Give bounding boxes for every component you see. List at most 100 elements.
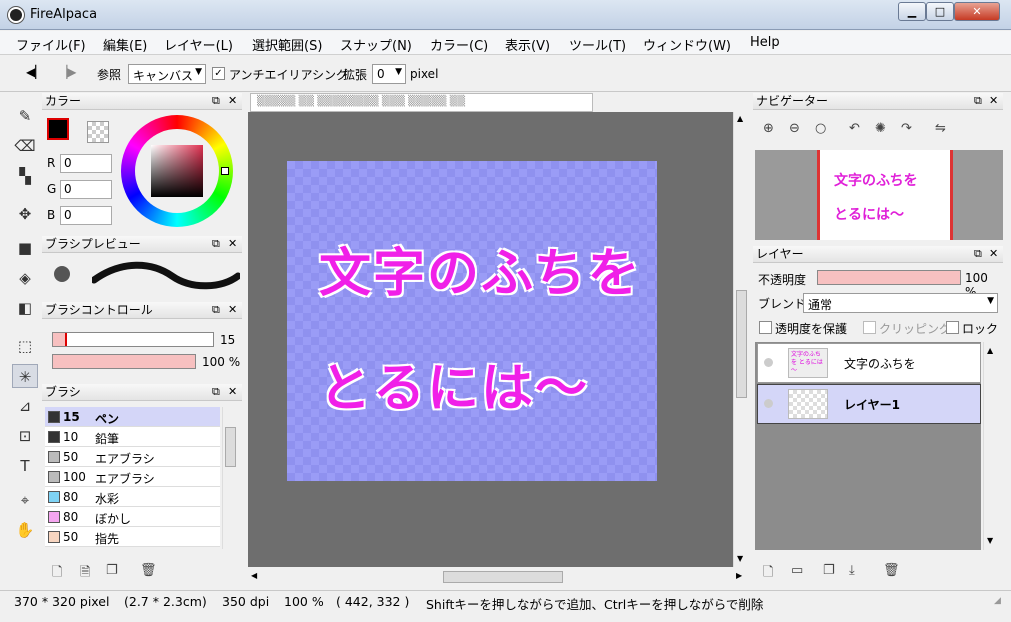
new-folder-icon[interactable]: ▭	[791, 563, 803, 578]
layer-row-layer1[interactable]: レイヤー1	[757, 384, 981, 424]
brush-item[interactable]: 100 エアブラシ	[45, 467, 220, 487]
close-button[interactable]: ✕	[954, 2, 1000, 21]
b-input[interactable]: 0	[60, 206, 112, 225]
blend-select[interactable]: 通常 ▼	[803, 293, 998, 313]
r-input[interactable]: 0	[60, 154, 112, 173]
rotate-reset-icon[interactable]: ✺	[875, 121, 886, 136]
select-eraser-tool-icon[interactable]: ⊡	[12, 424, 38, 448]
flip-horizontal-icon[interactable]: ⇋	[935, 121, 946, 136]
rotate-left-icon[interactable]: ↶	[849, 121, 860, 136]
brush-item[interactable]: 15 ペン	[45, 407, 220, 427]
scroll-left-icon[interactable]: ◀	[251, 571, 257, 580]
g-input[interactable]: 0	[60, 180, 112, 199]
layer-row-text[interactable]: 文字のふちを とるには～ 文字のふちを	[757, 343, 981, 383]
bucket-tool-icon[interactable]: ◈	[12, 266, 38, 290]
visibility-icon[interactable]	[764, 399, 773, 408]
brush-item[interactable]: 50 指先	[45, 527, 220, 547]
scroll-right-icon[interactable]: ▶	[736, 571, 742, 580]
undock-icon[interactable]: ⧉	[212, 302, 220, 318]
rotate-right-icon[interactable]: ↷	[901, 121, 912, 136]
close-icon[interactable]: ✕	[228, 302, 237, 318]
close-icon[interactable]: ✕	[228, 384, 237, 400]
text-tool-icon[interactable]: T	[12, 454, 38, 478]
navigator-preview[interactable]: 文字のふちを とるには～	[755, 150, 1003, 240]
menu-snap[interactable]: スナップ(N)	[340, 35, 412, 54]
pen-tool-icon[interactable]: ✎	[12, 104, 38, 128]
undock-icon[interactable]: ⧉	[212, 236, 220, 252]
hue-marker[interactable]	[221, 167, 229, 175]
menu-color[interactable]: カラー(C)	[430, 35, 488, 54]
brush-item[interactable]: 50 エアブラシ	[45, 447, 220, 467]
zoom-in-icon[interactable]: ⊕	[763, 121, 774, 136]
merge-down-icon[interactable]: ⤓	[849, 563, 855, 578]
close-icon[interactable]: ✕	[989, 246, 998, 262]
menu-selection[interactable]: 選択範囲(S)	[252, 35, 322, 54]
antialias-checkbox[interactable]: ✓	[212, 67, 225, 80]
hand-tool-icon[interactable]: ✋	[12, 518, 38, 542]
menu-help[interactable]: Help	[750, 35, 780, 50]
brush-size-slider[interactable]	[52, 332, 214, 347]
eyedropper-tool-icon[interactable]: ⌖	[12, 488, 38, 512]
canvas-hscroll-thumb[interactable]	[443, 571, 563, 583]
new-layer-icon[interactable]: 🗋	[763, 563, 773, 585]
document-tab[interactable]: ▒▒▒▒▒ ▒▒ ▒▒▒▒▒▒▒▒ ▒▒▒ ▒▒▒▒▒ ▒▒	[250, 93, 593, 112]
resize-grip-icon[interactable]: ◢	[994, 596, 1001, 606]
new-brush-icon[interactable]: 🗋	[52, 563, 62, 585]
menu-file[interactable]: ファイル(F)	[16, 35, 86, 54]
document-canvas[interactable]: 文字のふちを とるには～	[287, 161, 657, 481]
canvas-vertical-scrollbar[interactable]: ▲ ▼	[733, 112, 749, 567]
undock-icon[interactable]: ⧉	[974, 246, 982, 262]
transparent-color-swatch[interactable]	[87, 121, 109, 143]
prev-icon[interactable]: ◀▏	[26, 65, 44, 79]
visibility-icon[interactable]	[764, 358, 773, 367]
scroll-up-icon[interactable]: ▲	[987, 346, 993, 355]
protect-alpha-checkbox[interactable]	[759, 321, 772, 334]
next-icon[interactable]: ▕▶	[58, 65, 76, 79]
foreground-color-swatch[interactable]	[47, 118, 69, 140]
zoom-out-icon[interactable]: ⊖	[789, 121, 800, 136]
menu-edit[interactable]: 編集(E)	[103, 35, 147, 54]
scroll-down-icon[interactable]: ▼	[987, 536, 993, 545]
reference-select[interactable]: キャンバス ▼	[128, 64, 206, 84]
clipping-checkbox[interactable]	[863, 321, 876, 334]
maximize-button[interactable]: □	[926, 2, 954, 21]
delete-layer-icon[interactable]: 🗑	[883, 563, 900, 578]
brush-item[interactable]: 80 ぼかし	[45, 507, 220, 527]
fill-rect-tool-icon[interactable]: ■	[12, 236, 38, 260]
brush-item[interactable]: 10 鉛筆	[45, 427, 220, 447]
dot-tool-icon[interactable]: ▚	[12, 164, 38, 188]
scroll-up-icon[interactable]: ▲	[737, 114, 743, 123]
layer-opacity-slider[interactable]	[817, 270, 961, 285]
move-tool-icon[interactable]: ✥	[12, 202, 38, 226]
lock-checkbox[interactable]	[946, 321, 959, 334]
canvas-horizontal-scrollbar[interactable]: ◀ ▶	[248, 569, 748, 585]
close-icon[interactable]: ✕	[228, 93, 237, 109]
scroll-down-icon[interactable]: ▼	[737, 554, 743, 563]
save-brush-icon[interactable]: 🗎	[80, 563, 90, 585]
brush-list-scrollbar[interactable]	[222, 407, 238, 549]
duplicate-layer-icon[interactable]: ❐	[823, 563, 835, 578]
undock-icon[interactable]: ⧉	[212, 93, 220, 109]
expand-select[interactable]: 0 ▼	[372, 64, 406, 84]
zoom-fit-icon[interactable]: ○	[815, 121, 826, 136]
saturation-value-square[interactable]	[151, 145, 203, 197]
brush-opacity-slider[interactable]	[52, 354, 196, 369]
undock-icon[interactable]: ⧉	[974, 93, 982, 109]
magic-wand-tool-icon[interactable]: ✳	[12, 364, 38, 388]
select-tool-icon[interactable]: ⬚	[12, 334, 38, 358]
select-pen-tool-icon[interactable]: ⊿	[12, 394, 38, 418]
brush-item[interactable]: 80 水彩	[45, 487, 220, 507]
eraser-tool-icon[interactable]: ⌫	[12, 134, 38, 158]
duplicate-brush-icon[interactable]: ❐	[106, 563, 118, 578]
brush-list-scroll-thumb[interactable]	[225, 427, 236, 467]
canvas-vscroll-thumb[interactable]	[736, 290, 747, 398]
close-icon[interactable]: ✕	[989, 93, 998, 109]
delete-brush-icon[interactable]: 🗑	[140, 563, 157, 578]
menu-window[interactable]: ウィンドウ(W)	[643, 35, 731, 54]
layer-list-scrollbar[interactable]: ▲ ▼	[983, 342, 999, 550]
close-icon[interactable]: ✕	[228, 236, 237, 252]
gradient-tool-icon[interactable]: ◧	[12, 296, 38, 320]
undock-icon[interactable]: ⧉	[212, 384, 220, 400]
menu-layer[interactable]: レイヤー(L)	[164, 35, 233, 54]
menu-view[interactable]: 表示(V)	[505, 35, 550, 54]
